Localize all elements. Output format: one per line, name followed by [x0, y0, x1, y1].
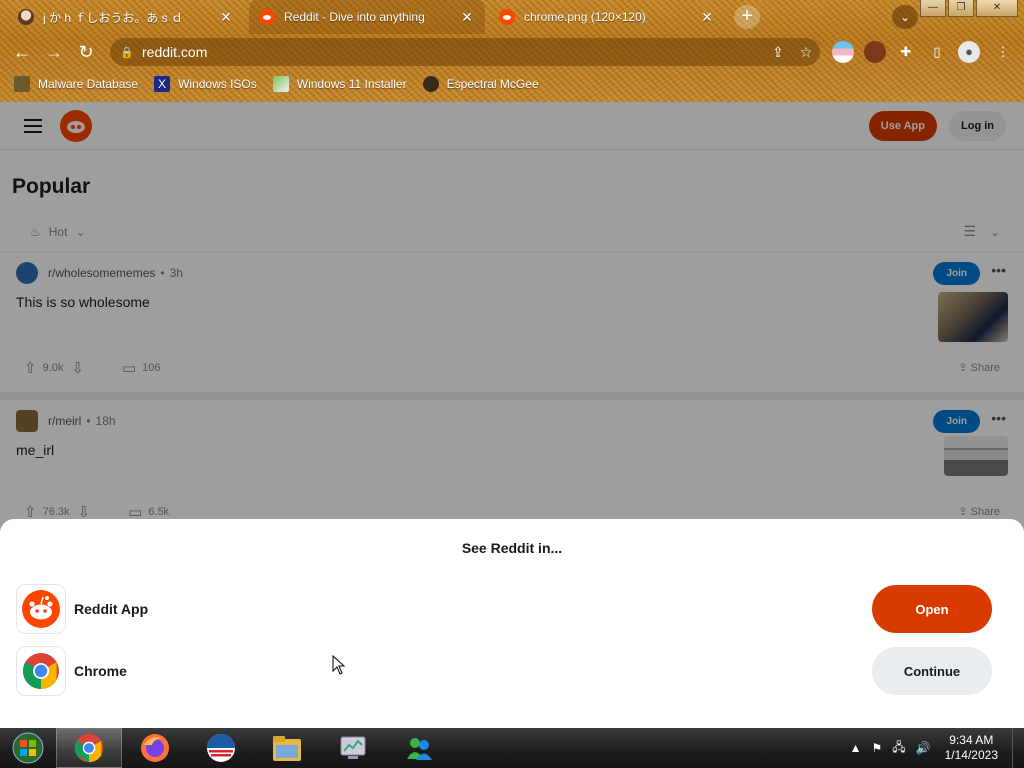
tab-title: chrome.png (120×120) [524, 10, 646, 24]
bookmark-windows-isos[interactable]: X Windows ISOs [154, 76, 257, 92]
start-button[interactable] [0, 728, 56, 768]
reddit-favicon-icon [259, 9, 275, 25]
anime-favicon-icon [18, 9, 34, 25]
option-label: Reddit App [74, 601, 149, 617]
taskbar: ▲ ⚑ 🖧 🔊 9:34 AM 1/14/2023 [0, 728, 1024, 768]
taskbar-resource-monitor[interactable] [320, 728, 386, 768]
show-desktop-button[interactable] [1012, 728, 1024, 768]
chrome-icon [74, 733, 104, 763]
tab-strip: j か h ｆしおうお。あ s ｄ ✕ Reddit - Dive into a… [0, 0, 1024, 34]
action-center-flag-icon[interactable]: ⚑ [872, 741, 883, 755]
system-tray: ▲ ⚑ 🖧 🔊 9:34 AM 1/14/2023 [850, 728, 1024, 768]
sheet-title: See Reddit in... [461, 540, 563, 556]
folder-icon [14, 76, 30, 92]
avatar-icon [422, 76, 439, 92]
reload-icon[interactable]: ↻ [74, 41, 98, 63]
continue-button[interactable]: Continue [872, 647, 992, 695]
windows-start-icon [12, 732, 44, 764]
tab-search-chevron-icon[interactable]: ⌄ [892, 5, 918, 29]
tab-close-icon[interactable]: ✕ [459, 9, 475, 26]
open-in-sheet: See Reddit in... Reddit App Open Chrome … [0, 519, 1024, 728]
tab-reddit[interactable]: Reddit - Dive into anything ✕ [249, 0, 485, 34]
clock-date: 1/14/2023 [944, 748, 998, 762]
option-chrome[interactable]: Chrome Continue [16, 646, 1008, 696]
address-bar[interactable]: 🔒 reddit.com ⇪ ☆ [110, 38, 820, 66]
extension-avatar-icon[interactable] [864, 41, 886, 63]
clock-time: 9:34 AM [949, 733, 994, 747]
minimize-icon[interactable]: — [920, 0, 946, 17]
new-tab-button[interactable]: + [734, 5, 760, 29]
bookmark-star-icon[interactable]: ☆ [792, 44, 820, 61]
tab-chrome-png[interactable]: chrome.png (120×120) ✕ [489, 0, 725, 34]
tab-close-icon[interactable]: ✕ [699, 9, 715, 26]
folder-icon [273, 736, 301, 761]
firefox-icon [141, 734, 169, 762]
url-text: reddit.com [142, 44, 208, 60]
extensions-puzzle-icon[interactable]: ✚ [895, 41, 917, 63]
tab-anime[interactable]: j か h ｆしおうお。あ s ｄ ✕ [8, 0, 244, 34]
window-controls: — ❐ ✕ [920, 0, 1018, 17]
browser-menu-icon[interactable]: ⋮ [992, 41, 1014, 63]
taskbar-file-explorer[interactable] [254, 728, 320, 768]
reddit-favicon-icon [499, 9, 515, 25]
reddit-app-icon [16, 584, 66, 634]
network-icon[interactable]: 🖧 [892, 738, 905, 759]
bookmark-espectral-mcgee[interactable]: Espectral McGee [422, 76, 539, 92]
side-panel-icon[interactable]: ▯ [926, 41, 948, 63]
tab-title: j か h ｆしおうお。あ s ｄ [43, 10, 184, 25]
option-reddit-app[interactable]: Reddit App Open [16, 584, 1008, 634]
taskbar-chrome[interactable] [56, 728, 122, 768]
back-arrow-icon[interactable]: ← [10, 41, 34, 63]
open-button[interactable]: Open [872, 585, 992, 633]
monitor-icon [340, 736, 366, 759]
restore-icon[interactable]: ❐ [948, 0, 974, 17]
taskbar-firefox[interactable] [122, 728, 188, 768]
taskbar-campaign-app[interactable] [188, 728, 254, 768]
taskbar-messenger[interactable] [386, 728, 452, 768]
messenger-people-icon [407, 738, 432, 760]
obama-logo-icon [207, 734, 235, 762]
forward-arrow-icon[interactable]: → [42, 41, 66, 63]
lock-icon: 🔒 [120, 46, 134, 59]
tab-title: Reddit - Dive into anything [284, 10, 425, 24]
chrome-icon [16, 646, 66, 696]
clock[interactable]: 9:34 AM 1/14/2023 [945, 733, 998, 763]
share-page-icon[interactable]: ⇪ [764, 44, 792, 61]
show-hidden-icons-icon[interactable]: ▲ [850, 741, 862, 755]
volume-icon[interactable]: 🔊 [916, 741, 931, 755]
image-icon [272, 76, 289, 92]
browser-frame: j か h ｆしおうお。あ s ｄ ✕ Reddit - Dive into a… [0, 0, 1024, 102]
x-logo-icon: X [154, 76, 171, 92]
bookmark-windows-11-installer[interactable]: Windows 11 Installer [272, 76, 407, 92]
extension-flag-icon[interactable] [832, 41, 854, 63]
profile-icon[interactable]: ● [958, 41, 980, 63]
mouse-cursor-icon [332, 655, 346, 675]
option-label: Chrome [74, 663, 127, 679]
close-window-icon[interactable]: ✕ [976, 0, 1018, 17]
bookmarks-bar: Malware Database X Windows ISOs Windows … [0, 70, 1024, 98]
bookmark-malware-database[interactable]: Malware Database [14, 76, 138, 92]
tab-close-icon[interactable]: ✕ [218, 9, 234, 26]
